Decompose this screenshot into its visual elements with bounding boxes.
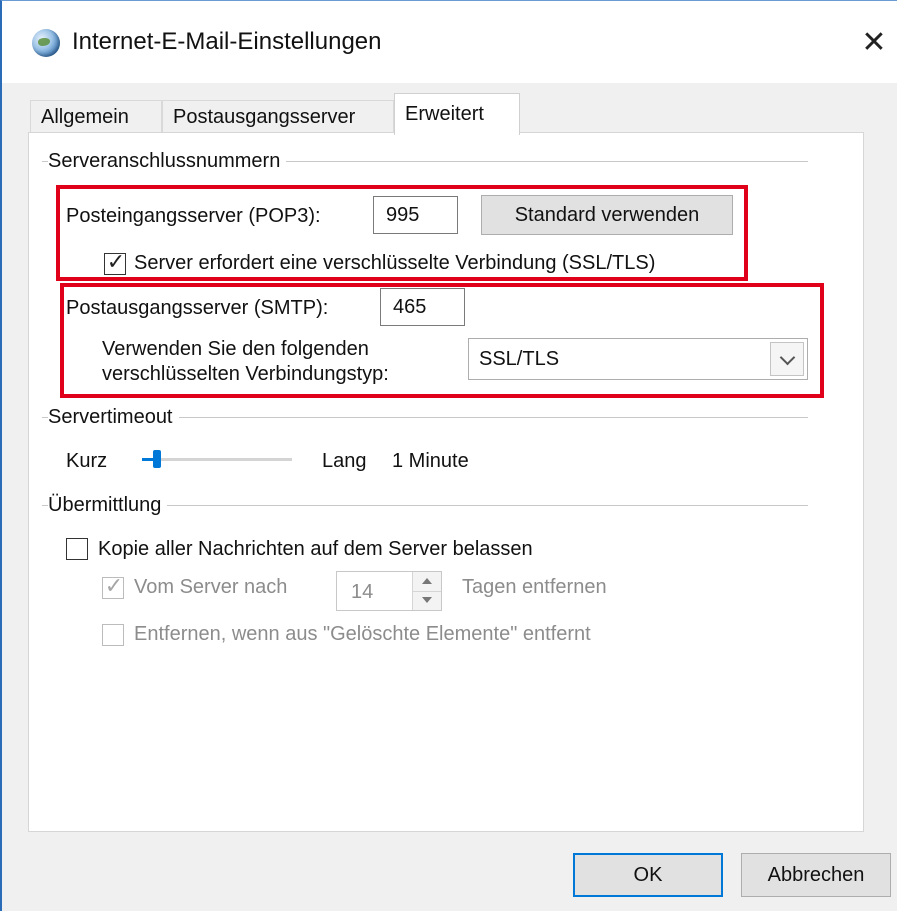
stepper-up-icon[interactable] [413,572,441,592]
days-stepper[interactable]: 14 [336,571,442,611]
smtp-port-input[interactable]: 465 [380,288,465,326]
timeout-long-label: Lang [322,450,367,472]
days-suffix-label: Tagen entfernen [462,576,607,598]
dialog-window: Internet-E-Mail-Einstellungen ✕ Allgemei… [0,0,897,911]
encryption-type-label-line2: verschlüsselten Verbindungstyp: [102,363,389,385]
group-label-timeout: Servertimeout [48,406,179,429]
use-default-button[interactable]: Standard verwenden [481,195,733,235]
ssl-required-checkbox[interactable]: ✓ [104,250,126,275]
tab-allgemein[interactable]: Allgemein [30,100,162,133]
remove-deleted-checkbox[interactable] [102,624,124,646]
window-title: Internet-E-Mail-Einstellungen [72,28,382,55]
remove-after-label: Vom Server nach [134,576,288,598]
timeout-value: 1 Minute [392,450,469,472]
keep-copy-checkbox[interactable] [66,538,88,560]
tab-postausgangsserver[interactable]: Postausgangsserver [162,100,394,133]
encryption-type-select[interactable]: SSL/TLS [468,338,808,380]
group-label-delivery: Übermittlung [48,494,168,517]
remove-deleted-label: Entfernen, wenn aus "Gelöschte Elemente"… [134,623,591,645]
title-bar: Internet-E-Mail-Einstellungen ✕ [2,1,897,83]
keep-copy-label: Kopie aller Nachrichten auf dem Server b… [98,538,533,560]
timeout-slider-thumb[interactable] [153,450,161,468]
pop3-port-input[interactable]: 995 [373,196,458,234]
ok-button[interactable]: OK [573,853,723,897]
checkmark-icon: ✓ [106,250,126,275]
timeout-slider[interactable] [142,450,292,468]
tab-erweitert[interactable]: Erweitert [394,93,520,135]
remove-after-checkbox[interactable]: ✓ [102,574,124,599]
pop3-label: Posteingangsserver (POP3): [66,205,321,227]
smtp-label: Postausgangsserver (SMTP): [66,297,329,319]
encryption-type-value: SSL/TLS [479,348,560,370]
ssl-required-label: Server erfordert eine verschlüsselte Ver… [134,252,656,274]
tab-panel-erweitert [28,132,864,832]
group-label-server-ports: Serveranschlussnummern [48,150,287,173]
timeout-short-label: Kurz [66,450,108,472]
globe-icon [32,29,60,57]
cancel-button[interactable]: Abbrechen [741,853,891,897]
encryption-type-label-line1: Verwenden Sie den folgenden [102,338,369,360]
checkmark-icon: ✓ [104,574,124,599]
chevron-down-icon[interactable] [770,342,804,376]
close-button[interactable]: ✕ [852,23,896,67]
stepper-buttons [412,572,441,610]
days-value: 14 [351,581,374,603]
stepper-down-icon[interactable] [413,591,441,610]
